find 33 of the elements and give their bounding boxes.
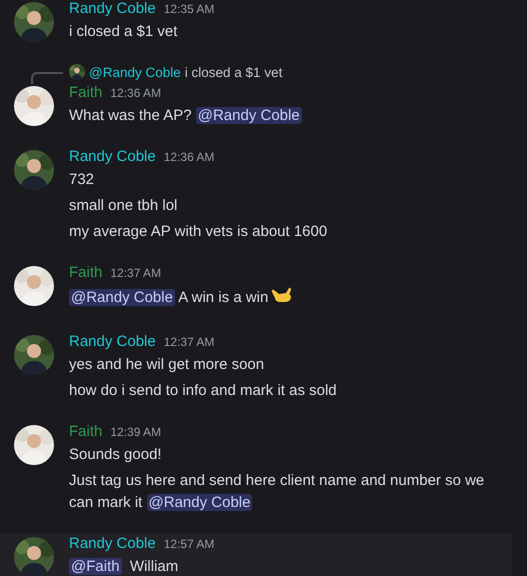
message-text: What was the AP? @Randy Coble: [69, 106, 303, 126]
timestamp: 12:57 AM: [164, 537, 214, 551]
message-text: 732: [69, 170, 96, 190]
timestamp: 12:37 AM: [164, 335, 214, 349]
user-mention[interactable]: @Randy Coble: [69, 289, 175, 306]
username[interactable]: Faith: [69, 423, 102, 440]
timestamp: 12:37 AM: [110, 266, 162, 280]
reply-connector: [31, 72, 63, 84]
username[interactable]: Randy Coble: [69, 333, 156, 350]
message-text: my average AP with vets is about 1600: [69, 222, 328, 242]
timestamp: 12:36 AM: [110, 86, 162, 100]
username[interactable]: Randy Coble: [69, 535, 156, 552]
user-mention[interactable]: @Faith: [69, 558, 122, 575]
message-text: Sounds good!: [69, 445, 163, 465]
reply-preview[interactable]: i closed a $1 vet: [184, 64, 282, 80]
username[interactable]: Faith: [69, 264, 102, 281]
hand-emoji-icon: [270, 285, 292, 305]
user-mention[interactable]: @Randy Coble: [196, 107, 302, 124]
message-text: Just tag us here and send here client name and number so we can mark it @Randy Coble: [69, 471, 486, 513]
message-text: yes and he wil get more soon: [69, 355, 266, 375]
message-text: i closed a $1 vet: [69, 22, 178, 42]
timestamp: 12:35 AM: [164, 2, 214, 16]
reply-author[interactable]: @Randy Coble: [89, 64, 181, 80]
timestamp: 12:36 AM: [164, 150, 214, 164]
message-text: @Faith William: [69, 557, 180, 576]
username[interactable]: Randy Coble: [69, 0, 156, 17]
timestamp: 12:39 AM: [110, 425, 162, 439]
message-text: small one tbh lol: [69, 196, 178, 216]
user-mention[interactable]: @Randy Coble: [146, 494, 252, 511]
username[interactable]: Faith: [69, 84, 102, 101]
username[interactable]: Randy Coble: [69, 148, 156, 165]
message-text: @Randy Coble A win is a win: [69, 285, 511, 312]
message-text: how do i send to info and mark it as sold: [69, 381, 338, 401]
